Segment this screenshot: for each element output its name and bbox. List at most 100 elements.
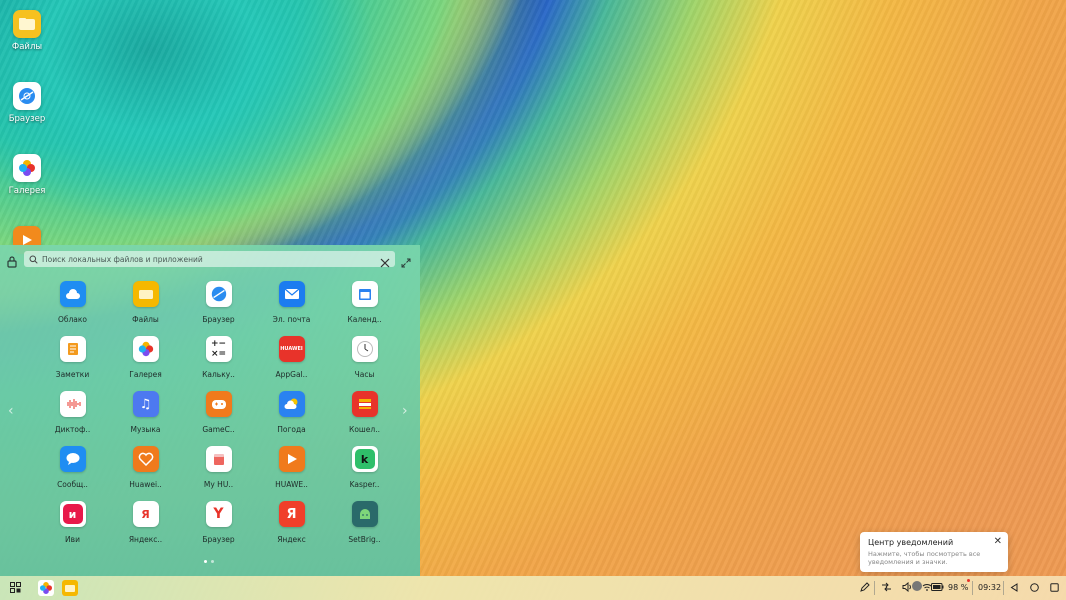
back-icon[interactable] (1010, 583, 1018, 592)
app-gamecenter[interactable]: GameC.. (182, 391, 255, 446)
cloud-icon (59, 281, 86, 307)
page-indicator (204, 560, 214, 563)
app-label: Яндекс.. (128, 535, 163, 544)
divider (972, 581, 973, 595)
app-gallery[interactable]: Галерея (109, 336, 182, 391)
app-label: AppGal.. (275, 370, 308, 379)
search-icon (29, 255, 38, 264)
android-icon (351, 501, 378, 527)
browser-icon (13, 82, 41, 110)
health-icon (132, 446, 159, 472)
kaspersky-icon: k (351, 446, 378, 472)
desktop-icon-gallery[interactable]: Галерея (6, 154, 48, 196)
calendar-icon (351, 281, 378, 307)
app-setbright[interactable]: SetBrig.. (328, 501, 401, 556)
app-label: Huawei.. (129, 480, 162, 489)
app-huawei-video[interactable]: HUAWE.. (255, 446, 328, 501)
notes-icon (59, 336, 86, 362)
taskbar-gallery-icon[interactable] (38, 580, 54, 596)
ivi-icon: и (59, 501, 86, 527)
app-kaspersky[interactable]: k Kasper.. (328, 446, 401, 501)
app-label: Диктоф.. (54, 425, 91, 434)
app-label: Заметки (55, 370, 90, 379)
app-launcher: Поиск локальных файлов и приложений ‹ › … (0, 245, 420, 576)
app-recorder[interactable]: Диктоф.. (36, 391, 109, 446)
pen-icon[interactable] (860, 582, 870, 592)
app-label: Часы (354, 370, 375, 379)
browser-icon (205, 281, 232, 307)
clear-search-icon[interactable] (380, 253, 390, 272)
calculator-icon: +− ×= (205, 336, 232, 362)
app-label: Файлы (132, 315, 159, 324)
home-icon[interactable] (1030, 583, 1039, 592)
recents-icon[interactable] (1050, 583, 1059, 592)
gallery-icon (132, 336, 159, 362)
messages-icon (59, 446, 86, 472)
yandex-icon: Я (278, 501, 305, 527)
prev-page-arrow[interactable]: ‹ (8, 403, 14, 419)
page-dot-active[interactable] (204, 560, 207, 563)
appgallery-icon: HUAWEI (278, 336, 305, 362)
wallet-icon (351, 391, 378, 417)
app-myhuawei[interactable]: My HU.. (182, 446, 255, 501)
app-calendar[interactable]: Календ.. (328, 281, 401, 336)
page-dot[interactable] (211, 560, 214, 563)
desktop-icon-files[interactable]: Файлы (6, 10, 48, 52)
app-label: Кошел.. (349, 425, 380, 434)
divider (1003, 581, 1004, 595)
app-label: Браузер (202, 535, 235, 544)
expand-icon[interactable] (401, 253, 411, 272)
mail-icon (278, 281, 305, 307)
app-label: Музыка (130, 425, 161, 434)
app-mail[interactable]: Эл. почта (255, 281, 328, 336)
recorder-icon (59, 391, 86, 417)
app-label: Браузер (202, 315, 235, 324)
desktop-icon-label: Браузер (8, 114, 46, 124)
app-cloud[interactable]: Облако (36, 281, 109, 336)
lock-icon[interactable] (7, 253, 17, 272)
app-label: Эл. почта (272, 315, 311, 324)
battery-icon[interactable] (931, 583, 944, 591)
notification-title: Центр уведомлений (868, 538, 954, 547)
app-messages[interactable]: Сообщ.. (36, 446, 109, 501)
app-ivi[interactable]: и Иви (36, 501, 109, 556)
app-notes[interactable]: Заметки (36, 336, 109, 391)
app-browser[interactable]: Браузер (182, 281, 255, 336)
app-clock[interactable]: Часы (328, 336, 401, 391)
next-page-arrow[interactable]: › (402, 403, 408, 419)
share-settings-icon[interactable] (881, 582, 892, 592)
taskbar-files-icon[interactable] (62, 580, 78, 596)
app-yandex-browser[interactable]: Y Браузер (182, 501, 255, 556)
app-health[interactable]: Huawei.. (109, 446, 182, 501)
battery-percent: 98 % (948, 583, 969, 592)
app-yandex[interactable]: Я Яндекс (255, 501, 328, 556)
app-label: SetBrig.. (348, 535, 381, 544)
clock-icon (351, 336, 378, 362)
desktop-icon-label: Файлы (11, 42, 43, 52)
close-icon[interactable]: ✕ (994, 536, 1002, 547)
app-weather[interactable]: Погода (255, 391, 328, 446)
notification-center-toast[interactable]: Центр уведомлений Нажмите, чтобы посмотр… (860, 532, 1008, 572)
app-appgallery[interactable]: HUAWEI AppGal.. (255, 336, 328, 391)
app-label: Кальку.. (202, 370, 235, 379)
clock-time[interactable]: 09:32 (978, 583, 1001, 592)
app-grid: Облако Файлы Браузер Эл. почта Календ.. … (36, 281, 386, 556)
search-placeholder: Поиск локальных файлов и приложений (42, 254, 203, 264)
app-yandex-market[interactable]: Я Яндекс.. (109, 501, 182, 556)
divider (874, 581, 875, 595)
app-calculator[interactable]: +− ×= Кальку.. (182, 336, 255, 391)
desktop-icon-browser[interactable]: Браузер (6, 82, 48, 124)
gallery-icon (13, 154, 41, 182)
folder-icon (132, 281, 159, 307)
start-menu-icon[interactable] (10, 582, 21, 593)
app-label: Погода (277, 425, 306, 434)
home-indicator-icon[interactable] (912, 581, 922, 591)
search-input[interactable]: Поиск локальных файлов и приложений (24, 251, 395, 268)
app-label: Kasper.. (349, 480, 380, 489)
app-wallet[interactable]: Кошел.. (328, 391, 401, 446)
yandex-market-icon: Я (132, 501, 159, 527)
music-icon: ♫ (132, 391, 159, 417)
app-files[interactable]: Файлы (109, 281, 182, 336)
app-music[interactable]: ♫ Музыка (109, 391, 182, 446)
volume-icon[interactable] (902, 582, 912, 592)
